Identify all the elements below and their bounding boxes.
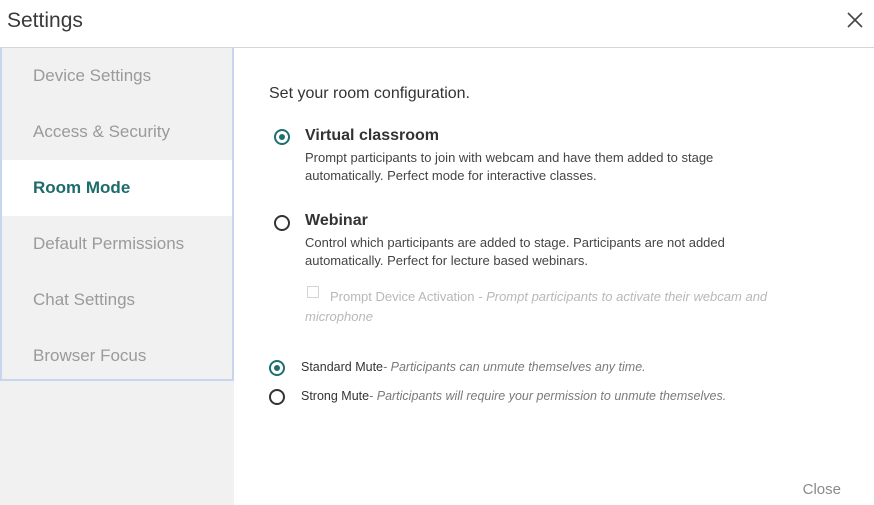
virtual-classroom-radio[interactable] [274, 129, 290, 145]
standard-mute-desc: - Participants can unmute themselves any… [383, 360, 646, 374]
sidebar-item-default-permissions[interactable]: Default Permissions [2, 216, 232, 272]
sidebar-item-chat-settings[interactable]: Chat Settings [2, 272, 232, 328]
standard-mute-radio[interactable] [269, 360, 285, 376]
panel-intro: Set your room configuration. [269, 85, 470, 102]
strong-mute-option: Strong Mute- Participants will require y… [301, 389, 726, 403]
standard-mute-label: Standard Mute [301, 360, 383, 374]
room-mode-panel: Set your room configuration. Virtual cla… [234, 48, 874, 505]
webinar-title: Webinar [305, 212, 368, 229]
settings-menu: Device Settings Access & Security Room M… [0, 48, 234, 381]
strong-mute-desc: - Participants will require your permiss… [369, 389, 727, 403]
virtual-classroom-title: Virtual classroom [305, 127, 439, 144]
strong-mute-radio[interactable] [269, 389, 285, 405]
webinar-desc: Control which participants are added to … [305, 235, 725, 268]
sidebar-item-room-mode[interactable]: Room Mode [2, 160, 232, 216]
dialog-title: Settings [7, 9, 83, 32]
sidebar-item-browser-focus[interactable]: Browser Focus [2, 328, 232, 384]
webinar-radio[interactable] [274, 215, 290, 231]
strong-mute-label: Strong Mute [301, 389, 370, 403]
sidebar-item-device-settings[interactable]: Device Settings [2, 48, 232, 104]
close-icon[interactable] [846, 11, 864, 29]
close-button[interactable]: Close [803, 481, 841, 498]
sidebar-item-access-security[interactable]: Access & Security [2, 104, 232, 160]
prompt-device-activation-text: Prompt Device Activation - Prompt partic… [305, 287, 825, 327]
standard-mute-option: Standard Mute- Participants can unmute t… [301, 360, 646, 374]
virtual-classroom-desc: Prompt participants to join with webcam … [305, 150, 714, 183]
prompt-device-activation-label: Prompt Device Activation [330, 289, 475, 304]
dialog-header: Settings [0, 0, 874, 48]
settings-sidebar: Device Settings Access & Security Room M… [0, 48, 234, 505]
